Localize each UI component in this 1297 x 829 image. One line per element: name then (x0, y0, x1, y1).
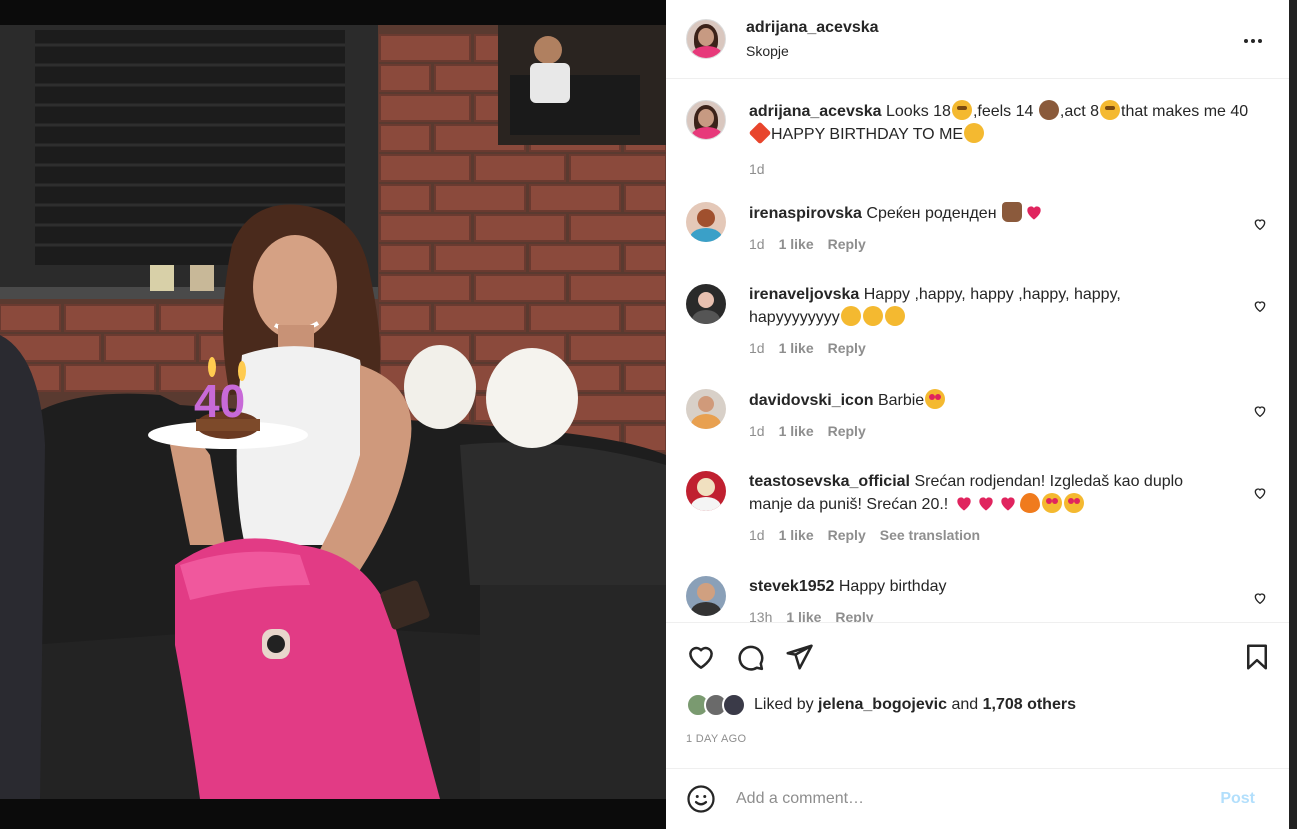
red-heart-emoji-icon (954, 493, 974, 513)
like-comment-heart-icon[interactable] (1252, 590, 1268, 606)
zany-face-emoji-icon (1100, 100, 1121, 120)
comment-text-continued: manje da puniš! Srećan 20.! (749, 496, 949, 513)
caption-author-avatar[interactable] (686, 100, 726, 140)
partying-face-emoji-icon (964, 123, 985, 143)
comment-text-continued: hapyyyyyyyy (749, 309, 840, 326)
comment-bubble-icon[interactable] (735, 642, 765, 672)
comment-likes[interactable]: 1 like (779, 337, 814, 359)
post-timestamp: 1 DAY AGO (686, 733, 747, 745)
birthday-photo-image: 40 (0, 25, 666, 799)
caption-age: 1d (749, 161, 765, 177)
commenter-avatar[interactable] (686, 576, 726, 616)
comment-username[interactable]: davidovski_icon (749, 392, 874, 409)
cake-emoji-icon (1001, 202, 1022, 222)
commenter-avatar[interactable] (686, 389, 726, 429)
candle-number: 40 (194, 375, 245, 427)
post-detail-panel: adrijana_acevska Skopje adrijana_acevska… (666, 0, 1289, 829)
see-no-evil-monkey-emoji-icon (1038, 100, 1059, 120)
heart-eyes-emoji-icon (1063, 493, 1084, 513)
heart-eyes-emoji-icon (1041, 493, 1062, 513)
add-comment-bar: Post (666, 768, 1289, 829)
paper-plane-icon[interactable] (784, 642, 814, 672)
post-location[interactable]: Skopje (746, 43, 879, 59)
partying-face-emoji-icon (884, 306, 905, 326)
heart-icon[interactable] (686, 642, 716, 672)
reply-button[interactable]: Reply (828, 233, 866, 255)
collision-emoji-icon (748, 121, 772, 145)
comment-text: Среќен роденден (866, 205, 997, 222)
comment-likes[interactable]: 1 like (779, 420, 814, 442)
comment-username[interactable]: irenaveljovska (749, 286, 859, 303)
partying-face-emoji-icon (840, 306, 861, 326)
commenter-avatar[interactable] (686, 284, 726, 324)
likes-summary[interactable]: Liked by jelena_bogojevic and 1,708 othe… (686, 693, 1076, 717)
likes-count[interactable]: 1,708 others (983, 696, 1076, 714)
comment-username[interactable]: irenaspirovska (749, 205, 862, 222)
caption-text-5: 40 (1230, 103, 1249, 120)
like-comment-heart-icon[interactable] (1252, 216, 1268, 232)
comment-text: Barbie (877, 392, 925, 409)
author-avatar[interactable] (686, 19, 726, 59)
bookmark-icon[interactable] (1242, 642, 1272, 672)
post-comment-button[interactable]: Post (1220, 790, 1255, 808)
red-heart-emoji-icon (1024, 202, 1044, 222)
comment-input[interactable] (736, 790, 1221, 808)
comment-likes[interactable]: 1 like (779, 233, 814, 255)
caption-username[interactable]: adrijana_acevska (749, 103, 882, 120)
post-actions: Liked by jelena_bogojevic and 1,708 othe… (666, 622, 1289, 768)
comment-username[interactable]: stevek1952 (749, 578, 834, 595)
heart-eyes-emoji-icon (925, 389, 946, 409)
likes-and-label: and (951, 696, 979, 713)
commenter-avatar[interactable] (686, 202, 726, 242)
post-photo[interactable]: 40 (0, 25, 666, 799)
reply-button[interactable]: Reply (828, 337, 866, 359)
partying-face-emoji-icon (862, 306, 883, 326)
comment-text: Happy birthday (838, 578, 947, 595)
caption-text-6: HAPPY BIRTHDAY TO ME (771, 126, 964, 143)
author-username[interactable]: adrijana_acevska (746, 19, 879, 37)
comment-likes[interactable]: 1 like (786, 606, 821, 622)
comment-text: Srećan rodjendan! Izgledaš kao duplo (914, 473, 1184, 490)
background-strip (1289, 0, 1297, 829)
red-heart-emoji-icon (976, 493, 996, 513)
comment-age: 1d (749, 340, 765, 356)
like-comment-heart-icon[interactable] (1252, 298, 1268, 314)
reply-button[interactable]: Reply (828, 524, 866, 546)
reply-button[interactable]: Reply (828, 420, 866, 442)
post-header: adrijana_acevska Skopje (666, 0, 1289, 79)
reply-button[interactable]: Reply (835, 606, 873, 622)
caption-text-1: Looks 18 (886, 103, 951, 120)
comment-likes[interactable]: 1 like (779, 524, 814, 546)
comment-username[interactable]: teastosevska_official (749, 473, 910, 490)
like-comment-heart-icon[interactable] (1252, 403, 1268, 419)
more-options-icon[interactable] (1241, 29, 1265, 53)
liker-avatars (686, 693, 746, 717)
caption-text-2: ,feels 14 (972, 103, 1034, 120)
liked-by-label: Liked by (754, 696, 814, 713)
fire-emoji-icon (1019, 493, 1040, 513)
comment-age: 1d (749, 236, 765, 252)
emoji-smile-icon[interactable] (686, 784, 716, 814)
comments-list[interactable]: adrijana_acevska Looks 18 ,feels 14 ,act … (666, 80, 1289, 622)
caption-text-4: that makes me (1121, 103, 1226, 120)
comment-age: 1d (749, 527, 765, 543)
see-translation-button[interactable]: See translation (880, 524, 980, 546)
comment-age: 13h (749, 609, 773, 622)
caption-text-3: ,act 8 (1059, 103, 1100, 120)
like-comment-heart-icon[interactable] (1252, 485, 1268, 501)
comment-age: 1d (749, 423, 765, 439)
commenter-avatar[interactable] (686, 471, 726, 511)
comment-text: Happy ,happy, happy ,happy, happy, (863, 286, 1121, 303)
laughing-face-emoji-icon (951, 100, 972, 120)
liked-by-user[interactable]: jelena_bogojevic (818, 696, 947, 714)
red-heart-emoji-icon (998, 493, 1018, 513)
